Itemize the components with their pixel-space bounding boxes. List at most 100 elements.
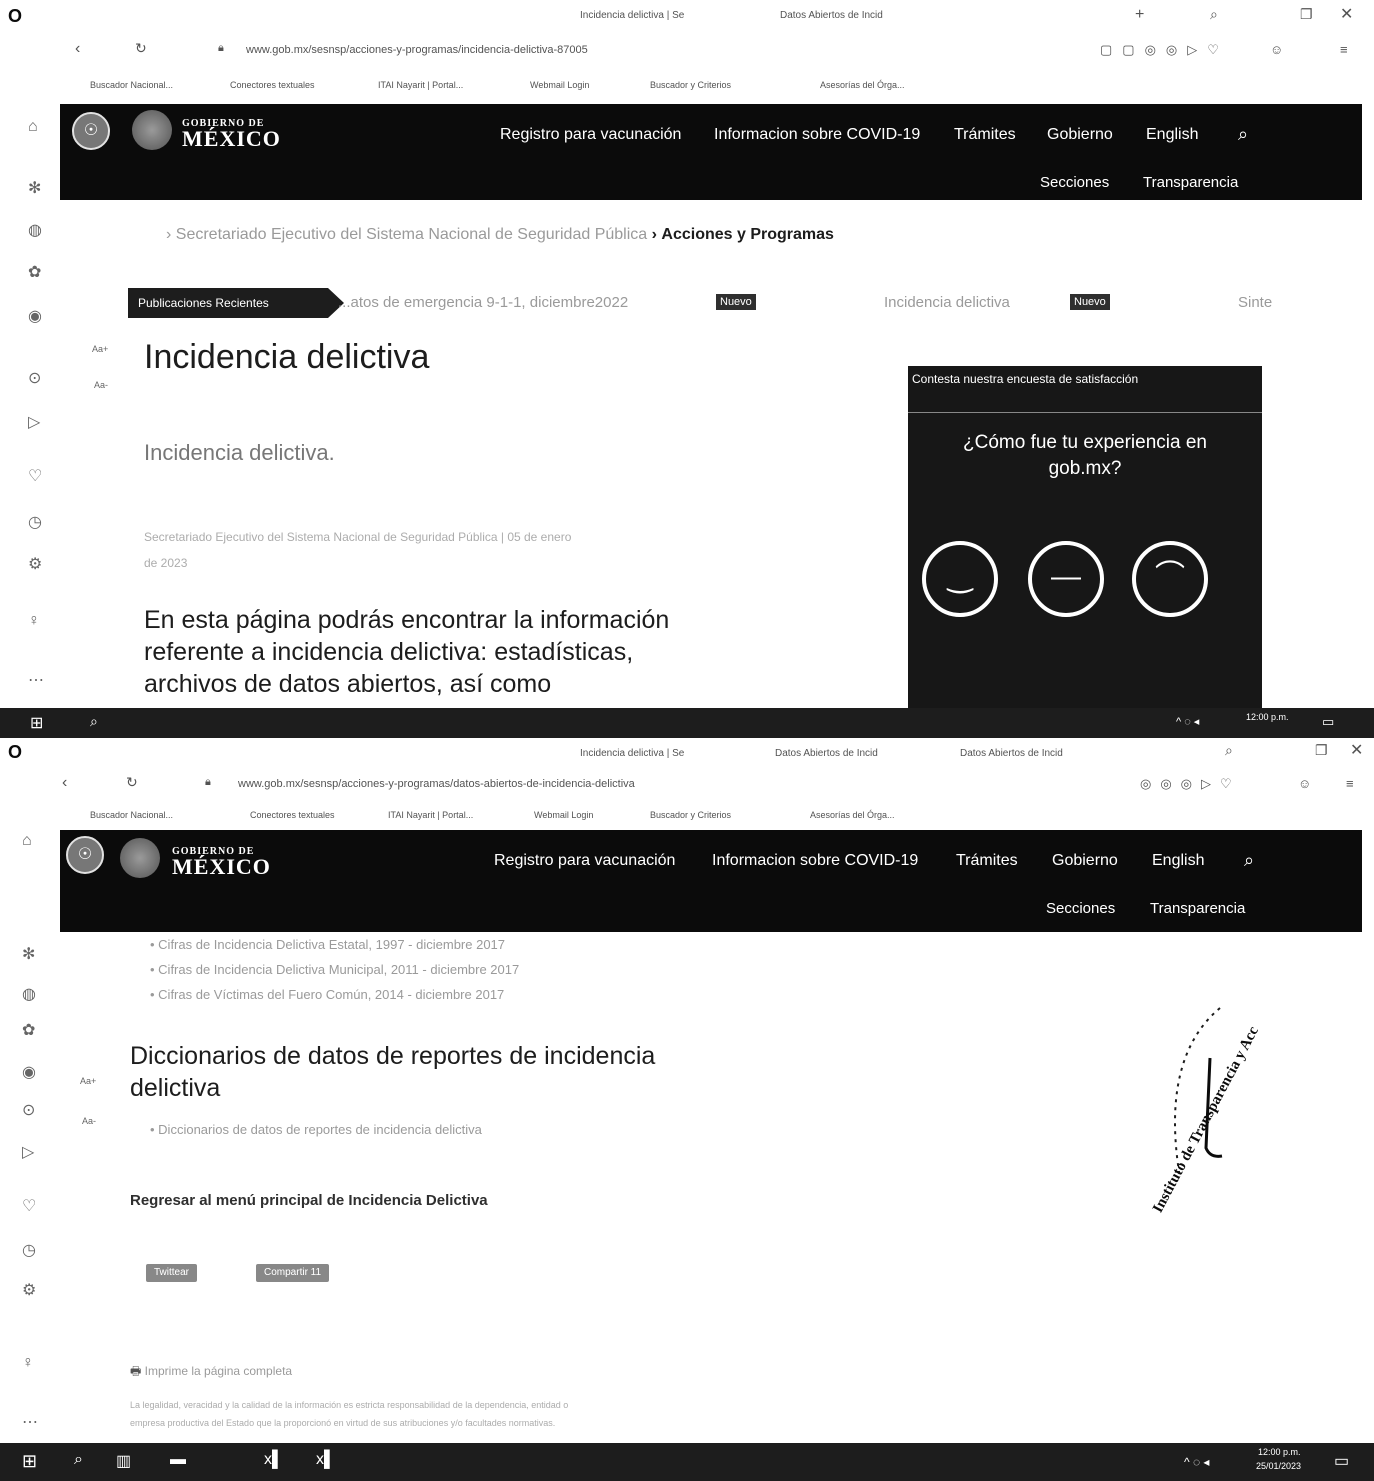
bulb-icon[interactable]: ♀ <box>22 1354 34 1372</box>
send-icon[interactable]: ▷ <box>28 412 40 432</box>
bookmark[interactable]: Buscador Nacional... <box>90 80 173 90</box>
nav-transparencia[interactable]: Transparencia <box>1143 174 1238 191</box>
ticker-item[interactable]: Incidencia delictiva <box>884 294 1010 311</box>
clock-date[interactable]: 25/01/2023 <box>1256 1461 1301 1471</box>
nav-vacunacion[interactable]: Registro para vacunación <box>500 126 681 144</box>
bookmark[interactable]: Webmail Login <box>534 810 593 820</box>
start-icon[interactable]: ⊞ <box>22 1451 37 1472</box>
list-item[interactable]: • Cifras de Incidencia Delictiva Municip… <box>150 957 519 982</box>
nav-tramites[interactable]: Trámites <box>954 126 1016 144</box>
notifications-icon[interactable]: ▭ <box>1334 1451 1349 1471</box>
bookmark[interactable]: Conectores textuales <box>250 810 335 820</box>
ticker-item[interactable]: ...atos de emergencia 9-1-1, diciembre20… <box>338 294 628 311</box>
nav-covid[interactable]: Informacion sobre COVID-19 <box>712 852 918 870</box>
home-icon[interactable]: ⌂ <box>22 832 32 850</box>
puzzle-icon[interactable]: ✻ <box>22 944 35 964</box>
bookmark[interactable]: Buscador y Criterios <box>650 80 731 90</box>
reload-icon[interactable]: ↻ <box>126 774 138 791</box>
nav-gobierno[interactable]: Gobierno <box>1047 126 1113 144</box>
neutral-face-icon[interactable]: — <box>1028 541 1104 617</box>
nav-vacunacion[interactable]: Registro para vacunación <box>494 852 675 870</box>
search-icon[interactable]: ⌕ <box>1238 124 1248 145</box>
restore-window-icon[interactable]: ❐ <box>1300 6 1313 23</box>
extensions-icon[interactable]: ✿ <box>22 1020 35 1040</box>
brand-large[interactable]: MÉXICO <box>182 126 281 152</box>
play-icon[interactable]: ⊙ <box>28 368 41 388</box>
task-view-icon[interactable]: ▥ <box>116 1451 131 1471</box>
nav-gobierno[interactable]: Gobierno <box>1052 852 1118 870</box>
font-decrease-button[interactable]: Aa- <box>94 380 108 390</box>
browser-tab[interactable]: Incidencia delictiva | Se <box>580 10 684 21</box>
nav-english[interactable]: English <box>1146 126 1198 144</box>
bookmark[interactable]: Buscador Nacional... <box>90 810 173 820</box>
profile-icon[interactable]: ☺ <box>1270 42 1283 57</box>
home-icon[interactable]: ⌂ <box>28 118 38 136</box>
search-tabs-icon[interactable]: ⌕ <box>1210 6 1218 23</box>
nav-secciones[interactable]: Secciones <box>1046 900 1115 917</box>
history-icon[interactable]: ◉ <box>22 1062 36 1082</box>
search-tabs-icon[interactable]: ⌕ <box>1225 742 1233 759</box>
list-item[interactable]: • Cifras de Incidencia Delictiva Estatal… <box>150 932 519 957</box>
print-link[interactable]: 🖶 Imprime la página completa <box>130 1362 292 1383</box>
list-item[interactable]: • Cifras de Víctimas del Fuero Común, 20… <box>150 982 519 1007</box>
clock[interactable]: 12:00 p.m. <box>1246 712 1289 722</box>
restore-window-icon[interactable]: ❐ <box>1315 742 1328 759</box>
close-window-icon[interactable]: ✕ <box>1340 4 1353 24</box>
back-icon[interactable]: ‹ <box>62 774 67 792</box>
file-explorer-icon[interactable]: ▬ <box>170 1451 186 1469</box>
nav-tramites[interactable]: Trámites <box>956 852 1018 870</box>
puzzle-icon[interactable]: ✻ <box>28 178 41 198</box>
browser-tab[interactable]: Incidencia delictiva | Se <box>580 748 684 759</box>
bookmark[interactable]: ITAI Nayarit | Portal... <box>378 80 463 90</box>
more-icon[interactable]: ⋯ <box>22 1412 38 1432</box>
happy-face-icon[interactable]: ‿ <box>922 541 998 617</box>
site-logo-icon[interactable]: ☉ <box>66 836 104 874</box>
list-item-link[interactable]: Cifras de Incidencia Delictiva Estatal, … <box>158 937 505 952</box>
play-icon[interactable]: ⊙ <box>22 1100 35 1120</box>
bookmark[interactable]: Asesorías del Órga... <box>820 80 905 90</box>
tray-icons[interactable]: ^ ◌ ◂ <box>1184 1455 1209 1469</box>
bulb-icon[interactable]: ♀ <box>28 612 40 630</box>
excel-icon[interactable]: x▌ <box>316 1451 335 1469</box>
globe-icon[interactable]: ◍ <box>28 220 42 240</box>
extensions-icon[interactable]: ✿ <box>28 262 41 282</box>
font-increase-button[interactable]: Aa+ <box>92 344 108 354</box>
nav-covid[interactable]: Informacion sobre COVID-19 <box>714 126 920 144</box>
url-field[interactable]: www.gob.mx/sesnsp/acciones-y-programas/d… <box>238 778 635 790</box>
list-item[interactable]: • Diccionarios de datos de reportes de i… <box>150 1122 482 1137</box>
font-decrease-button[interactable]: Aa- <box>82 1116 96 1126</box>
menu-icon[interactable]: ≡ <box>1340 42 1348 57</box>
bookmark[interactable]: Buscador y Criterios <box>650 810 731 820</box>
font-increase-button[interactable]: Aa+ <box>80 1076 96 1086</box>
facebook-share-button[interactable]: Compartir 11 <box>256 1264 330 1282</box>
start-icon[interactable]: ⊞ <box>30 713 43 733</box>
toolbar-icons[interactable]: ▢▢◎◎▷♡ <box>1100 42 1229 58</box>
bookmark[interactable]: Asesorías del Órga... <box>810 810 895 820</box>
list-item-link[interactable]: Cifras de Víctimas del Fuero Común, 2014… <box>158 987 504 1002</box>
excel-icon[interactable]: x▌ <box>264 1451 283 1469</box>
reload-icon[interactable]: ↻ <box>135 40 147 57</box>
settings-icon[interactable]: ⚙ <box>22 1280 36 1300</box>
ticker-item[interactable]: Sinte <box>1238 294 1272 311</box>
browser-tab[interactable]: Datos Abiertos de Incid <box>780 10 883 21</box>
list-item-link[interactable]: Cifras de Incidencia Delictiva Municipal… <box>158 962 519 977</box>
breadcrumb-parent[interactable]: Secretariado Ejecutivo del Sistema Nacio… <box>176 226 647 243</box>
tray-icons[interactable]: ^ ◌ ◂ <box>1176 715 1199 728</box>
history-icon[interactable]: ◉ <box>28 306 42 326</box>
settings-icon[interactable]: ⚙ <box>28 554 42 574</box>
bookmark[interactable]: ITAI Nayarit | Portal... <box>388 810 473 820</box>
clock-icon[interactable]: ◷ <box>22 1240 36 1260</box>
search-icon[interactable]: ⌕ <box>1244 850 1254 871</box>
site-logo-icon[interactable]: ☉ <box>72 112 110 150</box>
send-icon[interactable]: ▷ <box>22 1142 34 1162</box>
profile-icon[interactable]: ☺ <box>1298 776 1311 791</box>
print-link-label[interactable]: Imprime la página completa <box>145 1364 292 1378</box>
search-icon[interactable]: ⌕ <box>74 1451 83 1469</box>
list-item-link[interactable]: Diccionarios de datos de reportes de inc… <box>158 1122 482 1137</box>
close-window-icon[interactable]: ✕ <box>1350 740 1363 760</box>
back-to-menu-link[interactable]: Regresar al menú principal de Incidencia… <box>130 1192 488 1209</box>
brand-large[interactable]: MÉXICO <box>172 854 271 880</box>
twitter-button[interactable]: Twittear <box>146 1264 198 1282</box>
clock-time[interactable]: 12:00 p.m. <box>1258 1447 1301 1457</box>
bookmark[interactable]: Conectores textuales <box>230 80 315 90</box>
